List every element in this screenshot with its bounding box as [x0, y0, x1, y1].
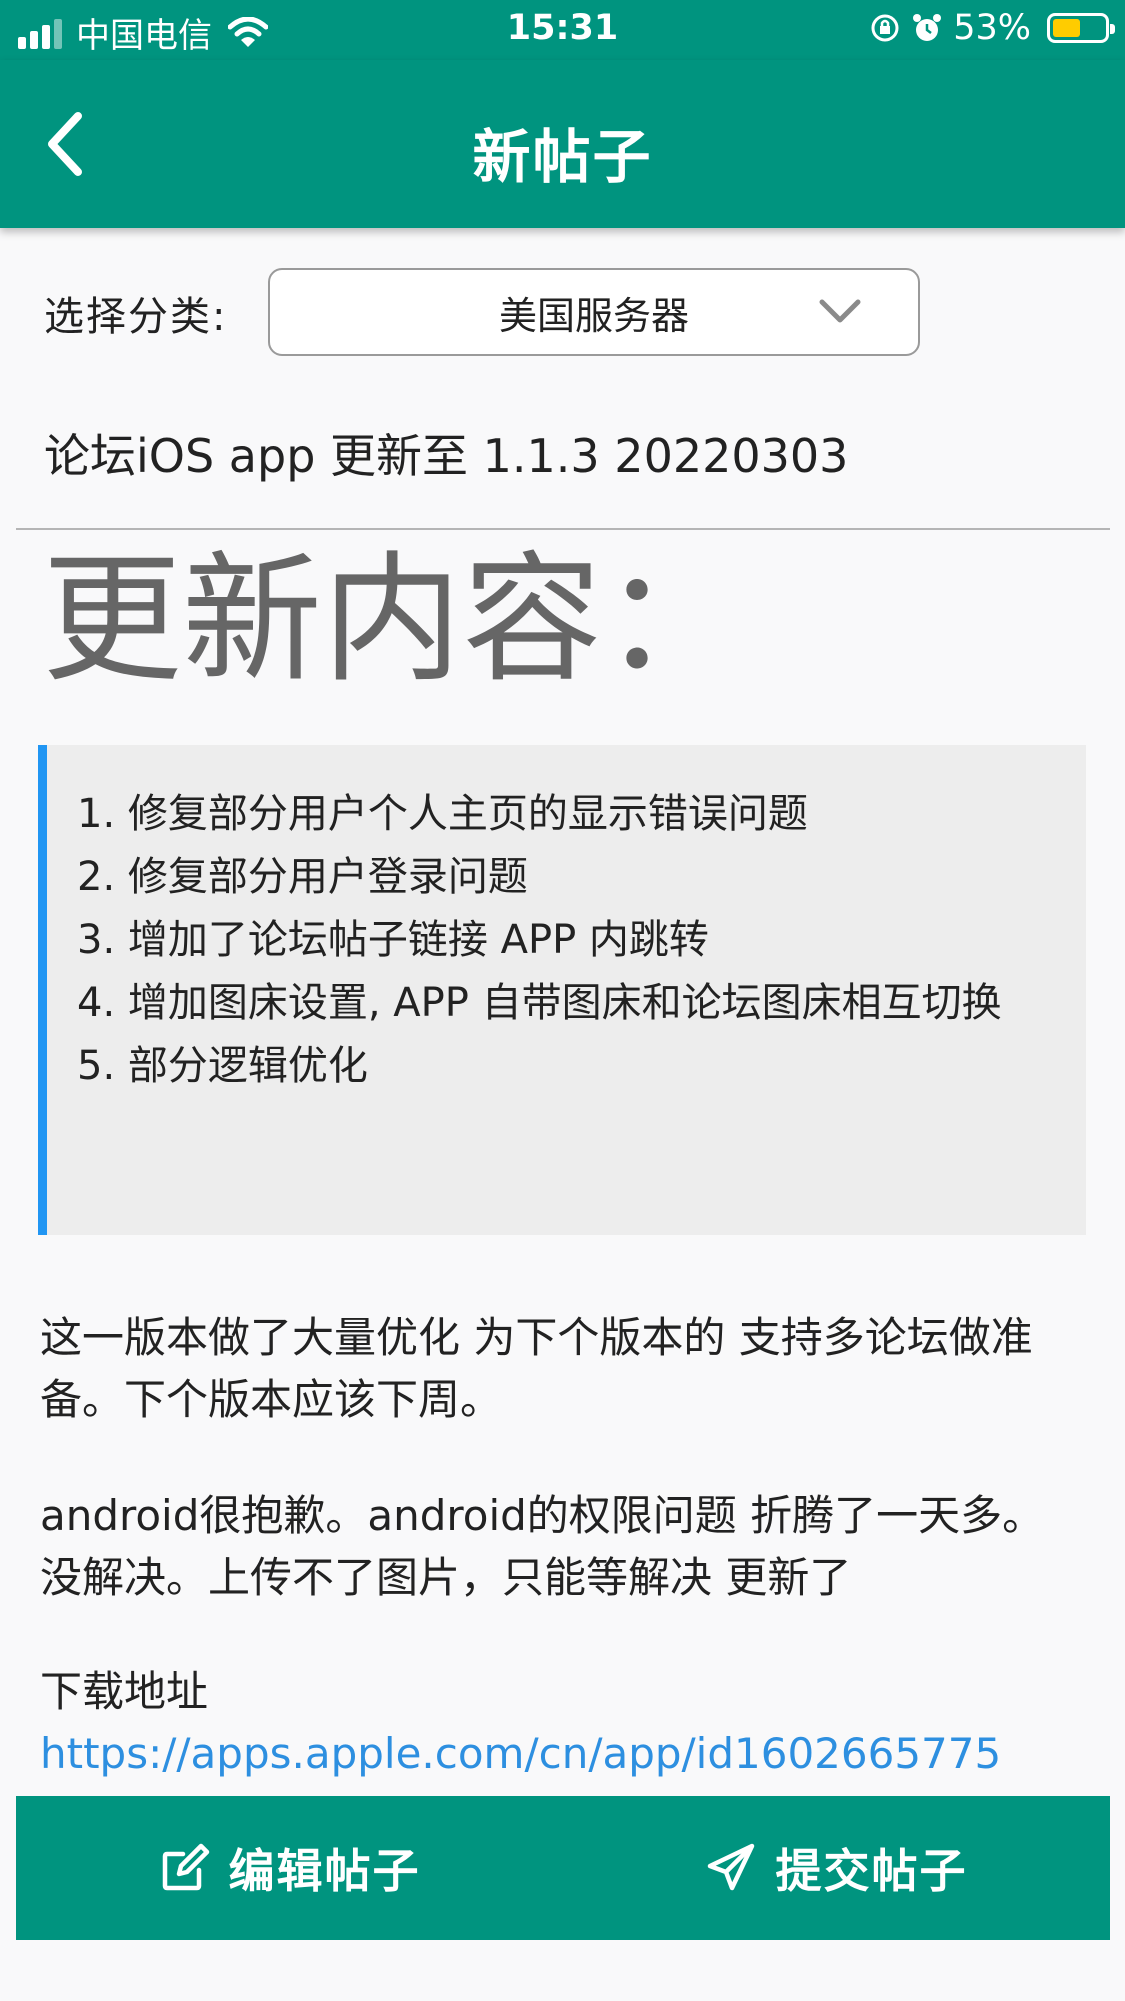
send-icon — [707, 1843, 754, 1891]
divider — [16, 528, 1110, 530]
category-selected-value: 美国服务器 — [498, 293, 689, 338]
battery-fill — [1053, 19, 1080, 37]
list-item: 4. 增加图床设置, APP 自带图床和论坛图床相互切换 — [77, 980, 1002, 1026]
download-section: 下载地址 https://apps.apple.com/cn/app/id160… — [40, 1661, 1080, 1785]
submit-post-button[interactable]: 提交帖子 — [563, 1796, 1110, 1940]
list-item: 2. 修复部分用户登录问题 — [77, 854, 528, 900]
edit-post-button[interactable]: 编辑帖子 — [16, 1796, 563, 1940]
list-item: 3. 增加了论坛帖子链接 APP 内跳转 — [77, 917, 709, 963]
paragraph-notes: 这一版本做了大量优化 为下个版本的 支持多论坛做准备。下个版本应该下周。 — [40, 1313, 1033, 1424]
battery-icon — [1047, 13, 1115, 43]
category-select[interactable]: 美国服务器 — [268, 268, 920, 356]
edit-icon — [162, 1843, 209, 1891]
download-link[interactable]: https://apps.apple.com/cn/app/id16026657… — [40, 1729, 1001, 1778]
status-right: 53% — [869, 8, 1115, 48]
download-label: 下载地址 — [40, 1667, 209, 1716]
chevron-down-icon — [819, 299, 861, 323]
content-editor[interactable]: 更新内容： 1. 修复部分用户个人主页的显示错误问题 2. 修复部分用户登录问题… — [0, 531, 1125, 1793]
status-bar: 中国电信 15:31 53% — [0, 0, 1125, 60]
orientation-lock-icon — [871, 14, 899, 42]
bottom-action-bar: 编辑帖子 提交帖子 — [16, 1796, 1110, 1940]
content-heading: 更新内容： — [42, 539, 743, 702]
paragraph-android: android很抱歉。android的权限问题 折腾了一天多。没解决。上传不了图… — [40, 1491, 1045, 1602]
category-label: 选择分类: — [44, 294, 228, 340]
alarm-icon — [913, 14, 942, 41]
battery-percent: 53% — [953, 8, 1031, 48]
submit-post-label: 提交帖子 — [775, 1844, 968, 1898]
changelog-blockquote: 1. 修复部分用户个人主页的显示错误问题 2. 修复部分用户登录问题 3. 增加… — [38, 745, 1086, 1235]
category-row: 选择分类: — [44, 268, 227, 358]
list-item: 1. 修复部分用户个人主页的显示错误问题 — [77, 791, 808, 837]
edit-post-label: 编辑帖子 — [228, 1844, 421, 1898]
post-title-field[interactable]: 论坛iOS app 更新至 1.1.3 20220303 — [44, 420, 848, 486]
nav-bar: 新帖子 — [0, 60, 1125, 228]
page-title: 新帖子 — [472, 123, 653, 191]
list-item: 5. 部分逻辑优化 — [77, 1043, 368, 1089]
